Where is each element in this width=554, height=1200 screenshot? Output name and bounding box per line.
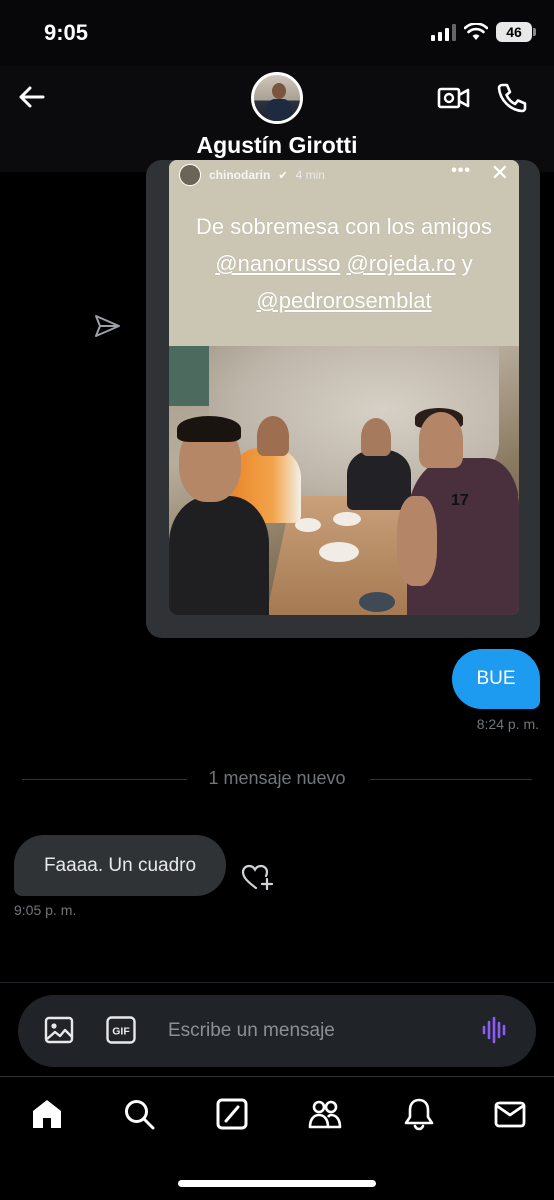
incoming-message-bubble[interactable]: Faaaa. Un cuadro (14, 835, 226, 896)
status-bar: 9:05 46 (0, 0, 554, 66)
status-time: 9:05 (44, 20, 89, 45)
notifications-bell-icon[interactable] (402, 1097, 436, 1131)
story-preview[interactable]: chinodarin ✔ 4 min ••• ✕ De sobremesa co… (169, 160, 519, 615)
caption-conjunction: y (461, 251, 473, 276)
home-icon[interactable] (30, 1097, 64, 1131)
home-indicator (178, 1180, 376, 1187)
incoming-message-time: 9:05 p. m. (14, 902, 77, 918)
outgoing-message-time: 8:24 p. m. (476, 716, 539, 732)
conversation-header: Agustín Girotti (0, 66, 554, 172)
image-icon[interactable] (44, 1015, 74, 1045)
message-composer: GIF (18, 995, 536, 1067)
contact-name[interactable]: Agustín Girotti (0, 132, 554, 159)
story-user-row: chinodarin ✔ 4 min (179, 164, 325, 186)
back-arrow-icon[interactable] (14, 80, 48, 114)
mention-rojeda: @rojeda.ro (346, 251, 456, 276)
divider-line-right (370, 779, 532, 780)
voice-message-icon[interactable] (480, 1015, 510, 1045)
composer-area: GIF (0, 982, 554, 1076)
caption-line-1: De sobremesa con los amigos (196, 214, 492, 239)
phone-icon[interactable] (494, 80, 530, 116)
verified-badge-icon: ✔ (278, 169, 288, 182)
new-messages-divider: 1 mensaje nuevo (22, 768, 532, 790)
battery-indicator: 46 (496, 22, 536, 42)
wifi-icon (464, 23, 488, 40)
shared-story-card[interactable]: chinodarin ✔ 4 min ••• ✕ De sobremesa co… (146, 160, 540, 638)
add-reaction-heart-icon[interactable] (240, 862, 274, 892)
story-time: 4 min (295, 168, 325, 182)
mention-nanorusso: @nanorusso (215, 251, 341, 276)
shirt-number: 17 (451, 492, 469, 509)
story-avatar (179, 164, 201, 186)
gif-label: GIF (112, 1026, 130, 1038)
close-icon: ✕ (490, 160, 509, 185)
sent-paper-plane-icon (95, 315, 120, 337)
story-photo: 17 (169, 346, 519, 615)
story-caption: De sobremesa con los amigos @nanorusso @… (169, 208, 519, 319)
gif-icon[interactable]: GIF (106, 1016, 136, 1044)
caption-line-2: @nanorusso @rojeda.ro y (169, 245, 519, 282)
video-camera-icon[interactable] (436, 80, 472, 116)
more-options-icon: ••• (451, 162, 471, 179)
search-icon[interactable] (122, 1097, 156, 1131)
grok-icon[interactable] (215, 1097, 249, 1131)
status-icons: 46 (431, 22, 536, 42)
outgoing-message-bubble[interactable]: BUE (452, 649, 540, 709)
story-caption-area: chinodarin ✔ 4 min ••• ✕ De sobremesa co… (169, 160, 519, 346)
cellular-signal-icon (431, 23, 456, 41)
messages-mail-icon[interactable] (493, 1097, 527, 1131)
message-input[interactable] (168, 1013, 468, 1049)
mention-pedrorosemblat: @pedrorosemblat (256, 288, 432, 313)
contact-avatar[interactable] (251, 72, 303, 124)
story-username: chinodarin (209, 168, 271, 182)
communities-icon[interactable] (308, 1097, 342, 1131)
